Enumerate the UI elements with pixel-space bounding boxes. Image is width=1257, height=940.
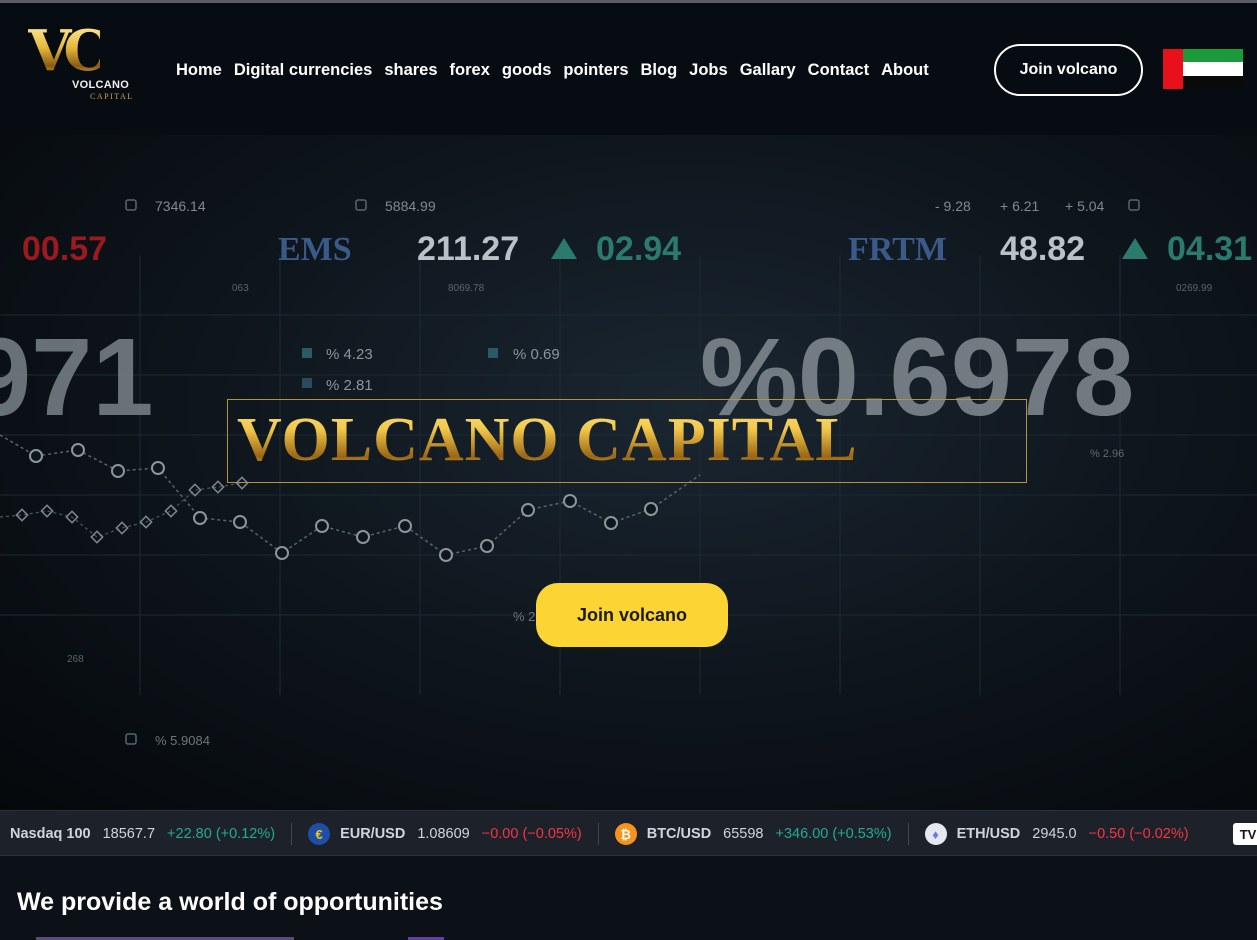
top-small-numbers: 7346.14 5884.99 - 9.28 + 6.21 + 5.04: [155, 198, 1105, 214]
ticker-symbol: BTC/USD: [646, 826, 712, 842]
nav-pointers[interactable]: pointers: [563, 59, 628, 81]
flag-red-band: [1163, 49, 1183, 89]
nav-forex[interactable]: forex: [450, 59, 490, 81]
flag-green-band: [1183, 49, 1243, 62]
nav-jobs[interactable]: Jobs: [689, 59, 728, 81]
nav-about[interactable]: About: [881, 59, 929, 81]
hero-section: 7346.14 5884.99 - 9.28 + 6.21 + 5.04 00.…: [0, 135, 1257, 810]
ticker-symbol: ETH/USD: [956, 826, 1021, 842]
eur-usd-flag-icon: €: [308, 823, 331, 845]
hero-join-button[interactable]: Join volcano: [536, 583, 728, 647]
bg-number: + 5.04: [1065, 198, 1105, 214]
ticker-price: 2945.0: [1032, 826, 1077, 842]
bg-number: 5884.99: [385, 198, 436, 214]
flag-white-band: [1183, 62, 1243, 76]
ticker-row: Nasdaq 100 18567.7 +22.80 (+0.12%) € EUR…: [0, 811, 1205, 855]
nav-contact[interactable]: Contact: [808, 59, 869, 81]
nav-gallary[interactable]: Gallary: [740, 59, 796, 81]
main-nav: Home Digital currencies shares forex goo…: [176, 59, 929, 81]
tradingview-logo-icon[interactable]: TV: [1233, 823, 1257, 845]
ticker-change: +22.80 (+0.12%): [167, 826, 276, 842]
bg-number: 04.31: [1167, 230, 1252, 268]
up-triangle-icon: [1122, 238, 1148, 259]
bg-number: 211.27: [417, 230, 519, 268]
ticker-item-ethusd[interactable]: ♦ ETH/USD 2945.0 −0.50 (−0.02%): [924, 811, 1205, 855]
uae-flag-icon[interactable]: [1163, 49, 1243, 89]
ticker-change: +346.00 (+0.53%): [775, 826, 892, 842]
site-header: VC VOLCANO CAPITAL Home Digital currenci…: [0, 3, 1257, 135]
nav-digital-currencies[interactable]: Digital currencies: [234, 59, 372, 81]
ticker-item-eurusd[interactable]: € EUR/USD 1.08609 −0.00 (−0.05%): [308, 811, 598, 855]
section-title: We provide a world of opportunities: [17, 888, 443, 916]
ticker-symbol: EUR/USD: [340, 826, 406, 842]
page: VC VOLCANO CAPITAL Home Digital currenci…: [0, 0, 1257, 940]
nav-home[interactable]: Home: [176, 59, 222, 81]
ticker-divider: [597, 823, 599, 845]
ethereum-icon: ♦: [924, 823, 947, 845]
bg-number: - 9.28: [935, 198, 971, 214]
ticker-price: 18567.7: [102, 826, 156, 842]
ticker-item-btcusd[interactable]: ₿ BTC/USD 65598 +346.00 (+0.53%): [614, 811, 908, 855]
bg-number: + 6.21: [1000, 198, 1040, 214]
nav-blog[interactable]: Blog: [641, 59, 678, 81]
bg-label: EMS: [278, 231, 352, 268]
bg-number: % 4.23: [326, 346, 373, 363]
opportunities-section: We provide a world of opportunities: [0, 856, 1257, 940]
top-big-quotes: 00.57 EMS 211.27 02.94 FRTM 48.82 04.31: [22, 230, 1252, 268]
ticker-divider: [907, 823, 909, 845]
logo-subtitle: CAPITAL: [90, 92, 134, 101]
flag-black-band: [1183, 76, 1243, 89]
ticker-price: 65598: [723, 826, 764, 842]
nav-shares[interactable]: shares: [384, 59, 437, 81]
bg-number: 063: [232, 283, 249, 294]
bg-number: 8069.78: [448, 283, 485, 294]
bg-number: 0269.99: [1176, 283, 1213, 294]
ticker-item-nasdaq[interactable]: Nasdaq 100 18567.7 +22.80 (+0.12%): [0, 811, 291, 855]
ticker-price: 1.08609: [417, 826, 470, 842]
bg-number: 02.94: [596, 230, 681, 268]
bg-number: % 0.69: [513, 346, 560, 363]
market-ticker-tape[interactable]: Nasdaq 100 18567.7 +22.80 (+0.12%) € EUR…: [0, 810, 1257, 856]
ticker-change: −0.00 (−0.05%): [481, 826, 582, 842]
up-triangle-icon: [551, 238, 577, 259]
bg-number: 48.82: [1000, 230, 1085, 268]
bg-number: 971: [0, 316, 154, 439]
logo-mark: VC: [28, 18, 108, 84]
bg-number: % 2: [513, 609, 535, 624]
ticker-divider: [291, 823, 293, 845]
ticker-symbol: Nasdaq 100: [10, 826, 91, 842]
bg-number: 00.57: [22, 230, 107, 268]
nav-goods[interactable]: goods: [502, 59, 552, 81]
ticker-change: −0.50 (−0.02%): [1088, 826, 1189, 842]
volcano-capital-logo[interactable]: VC VOLCANO CAPITAL: [28, 21, 142, 105]
header-join-button[interactable]: Join volcano: [994, 44, 1143, 96]
bitcoin-icon: ₿: [614, 823, 637, 845]
bg-number: 7346.14: [155, 198, 206, 214]
bg-number: % 2.96: [1090, 448, 1124, 460]
bg-number: 268: [67, 654, 84, 665]
bg-number: % 5.9084: [155, 733, 210, 748]
bg-label: FRTM: [848, 231, 947, 268]
volcano-capital-wordmark: VOLCANO CAPITAL: [237, 385, 1027, 495]
logo-name: VOLCANO: [72, 79, 130, 91]
